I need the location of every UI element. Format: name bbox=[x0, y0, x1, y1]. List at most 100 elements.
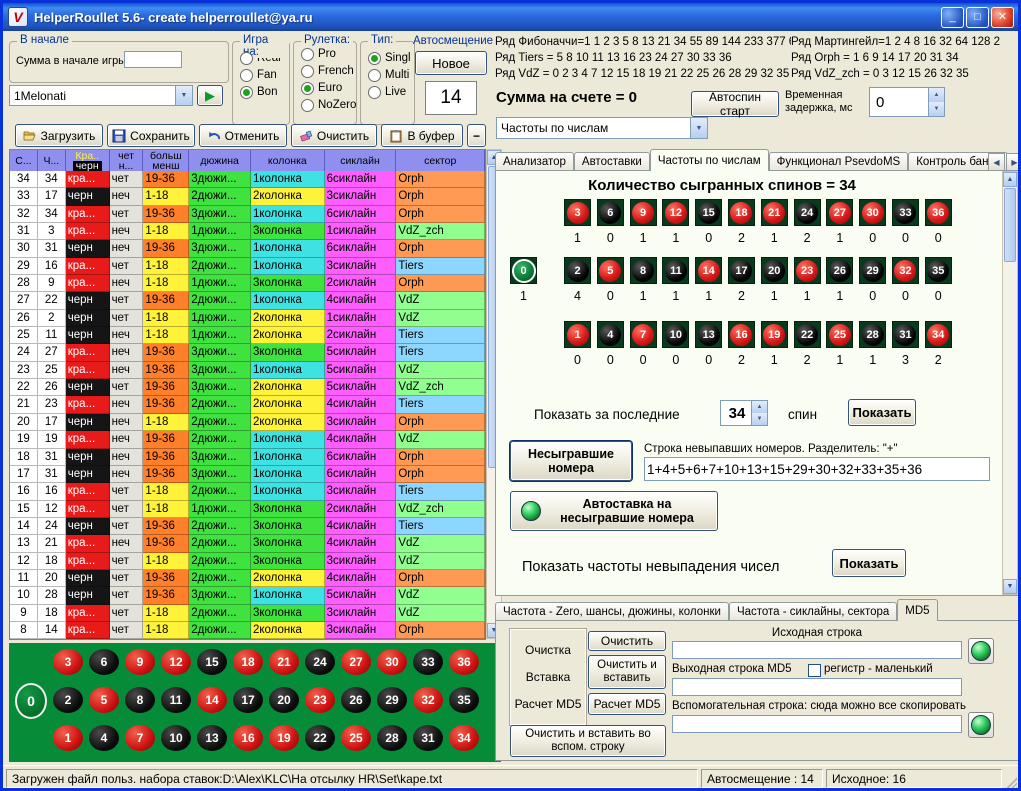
board-number[interactable]: 19 bbox=[269, 725, 299, 751]
md5-clear-button[interactable]: Очистить bbox=[588, 631, 666, 651]
board-number[interactable]: 21 bbox=[269, 649, 299, 675]
md5-source-action-button[interactable] bbox=[968, 638, 994, 664]
chevron-down-icon[interactable] bbox=[690, 118, 707, 138]
md5-aux-action-button[interactable] bbox=[968, 712, 994, 738]
scroll-up-icon[interactable] bbox=[1003, 172, 1017, 187]
radio-french[interactable]: French bbox=[301, 64, 356, 78]
missed-numbers-button[interactable]: Несыгравшие номера bbox=[510, 441, 632, 481]
tab-автоставки[interactable]: Автоставки bbox=[574, 152, 650, 171]
tab-md5[interactable]: MD5 bbox=[897, 599, 937, 621]
board-number[interactable]: 27 bbox=[341, 649, 371, 675]
board-number[interactable]: 11 bbox=[161, 687, 191, 713]
radio-multi[interactable]: Multi bbox=[368, 68, 414, 82]
register-checkbox[interactable] bbox=[808, 664, 821, 677]
scroll-down-icon[interactable] bbox=[1003, 579, 1017, 594]
board-number[interactable]: 22 bbox=[305, 725, 335, 751]
radio-singl[interactable]: Singl bbox=[368, 51, 414, 65]
md5-clear-paste-button[interactable]: Очистить и вставить bbox=[588, 655, 666, 689]
autobet-missed-button[interactable]: Автоставка на несыгравшие номера bbox=[510, 491, 718, 531]
md5-aux-field[interactable] bbox=[672, 715, 962, 733]
chevron-down-icon[interactable] bbox=[175, 86, 192, 105]
undo-button[interactable]: Отменить bbox=[199, 124, 287, 147]
new-button[interactable]: Новое bbox=[415, 51, 487, 75]
clear-button[interactable]: Очистить bbox=[291, 124, 377, 147]
board-number[interactable]: 12 bbox=[161, 649, 191, 675]
board-number[interactable]: 30 bbox=[377, 649, 407, 675]
board-number[interactable]: 4 bbox=[89, 725, 119, 751]
show-freq-missed-button[interactable]: Показать bbox=[832, 549, 906, 577]
mode-combo[interactable]: Частоты по числам bbox=[496, 117, 708, 139]
board-number[interactable]: 35 bbox=[449, 687, 479, 713]
preset-combo[interactable]: 1Melonati bbox=[9, 85, 193, 106]
board-number[interactable]: 2 bbox=[53, 687, 83, 713]
radio-fan[interactable]: Fan bbox=[240, 68, 289, 82]
board-number[interactable]: 29 bbox=[377, 687, 407, 713]
minus-button[interactable]: − bbox=[467, 124, 486, 147]
md5-calc-button[interactable]: Расчет MD5 bbox=[588, 693, 666, 715]
table-cell: черн bbox=[66, 518, 110, 535]
tab-частота-zero-шансы-дюжины-колонки[interactable]: Частота - Zero, шансы, дюжины, колонки bbox=[495, 602, 729, 621]
open-folder-button[interactable]: Загрузить bbox=[15, 124, 103, 147]
radio-nozero[interactable]: NoZero bbox=[301, 98, 356, 112]
board-number[interactable]: 8 bbox=[125, 687, 155, 713]
board-number[interactable]: 3 bbox=[53, 649, 83, 675]
board-number[interactable]: 1 bbox=[53, 725, 83, 751]
frequencies-scrollbar[interactable] bbox=[1002, 171, 1018, 595]
radio-pro[interactable]: Pro bbox=[301, 47, 356, 61]
board-number[interactable]: 13 bbox=[197, 725, 227, 751]
missed-numbers-field[interactable] bbox=[644, 457, 990, 481]
tab-частоты-по-числам[interactable]: Частоты по числам bbox=[650, 149, 769, 171]
spin-up-icon[interactable] bbox=[929, 88, 944, 102]
md5-clear-paste-aux-button[interactable]: Очистить и вставить во вспом. строку bbox=[510, 725, 666, 757]
spin-up-icon[interactable] bbox=[752, 401, 767, 413]
board-number[interactable]: 20 bbox=[269, 687, 299, 713]
spin-down-icon[interactable] bbox=[929, 102, 944, 116]
board-number[interactable]: 31 bbox=[413, 725, 443, 751]
delay-spinner[interactable]: 0 bbox=[869, 87, 945, 117]
minimize-button[interactable]: _ bbox=[941, 7, 964, 28]
board-number[interactable]: 10 bbox=[161, 725, 191, 751]
board-number[interactable]: 32 bbox=[413, 687, 443, 713]
radio-euro[interactable]: Euro bbox=[301, 81, 356, 95]
maximize-button[interactable]: □ bbox=[966, 7, 989, 28]
table-cell: Orph bbox=[396, 414, 485, 431]
statusbar: Загружен файл польз. набора ставок:D:\Al… bbox=[3, 765, 1018, 791]
titlebar[interactable]: V HelperRoullet 5.6- create helperroulle… bbox=[3, 3, 1018, 31]
show-last-spins-button[interactable]: Показать bbox=[848, 399, 916, 426]
board-zero[interactable]: 0 bbox=[15, 683, 47, 719]
tab-частота-сиклайны-сектора[interactable]: Частота - сиклайны, сектора bbox=[729, 602, 897, 621]
board-number[interactable]: 17 bbox=[233, 687, 263, 713]
md5-output-field[interactable] bbox=[672, 678, 962, 696]
board-number[interactable]: 5 bbox=[89, 687, 119, 713]
tab-функционал-psevdoms[interactable]: Функционал PsevdoMS bbox=[769, 152, 909, 171]
board-number[interactable]: 28 bbox=[377, 725, 407, 751]
board-number[interactable]: 25 bbox=[341, 725, 371, 751]
close-button[interactable]: ✕ bbox=[991, 7, 1014, 28]
clipboard-button[interactable]: В буфер bbox=[381, 124, 463, 147]
board-number[interactable]: 15 bbox=[197, 649, 227, 675]
md5-source-field[interactable] bbox=[672, 641, 962, 659]
board-number[interactable]: 23 bbox=[305, 687, 335, 713]
tab-анализатор[interactable]: Анализатор bbox=[495, 152, 574, 171]
radio-live[interactable]: Live bbox=[368, 85, 414, 99]
board-number[interactable]: 33 bbox=[413, 649, 443, 675]
last-spins-spinner[interactable]: 34 bbox=[720, 400, 768, 426]
board-number[interactable]: 36 bbox=[449, 649, 479, 675]
spin-down-icon[interactable] bbox=[752, 413, 767, 425]
autospin-start-button[interactable]: Автоспин старт bbox=[691, 91, 779, 117]
start-sum-input[interactable] bbox=[124, 51, 182, 68]
board-number[interactable]: 18 bbox=[233, 649, 263, 675]
save-disk-button[interactable]: Сохранить bbox=[107, 124, 195, 147]
play-button[interactable] bbox=[197, 85, 223, 106]
scrollbar-thumb[interactable] bbox=[1004, 188, 1016, 262]
board-number[interactable]: 16 bbox=[233, 725, 263, 751]
resize-grip[interactable] bbox=[1003, 776, 1017, 790]
board-number[interactable]: 6 bbox=[89, 649, 119, 675]
board-number[interactable]: 14 bbox=[197, 687, 227, 713]
radio-bon[interactable]: Bon bbox=[240, 85, 289, 99]
board-number[interactable]: 7 bbox=[125, 725, 155, 751]
board-number[interactable]: 26 bbox=[341, 687, 371, 713]
board-number[interactable]: 34 bbox=[449, 725, 479, 751]
board-number[interactable]: 9 bbox=[125, 649, 155, 675]
board-number[interactable]: 24 bbox=[305, 649, 335, 675]
